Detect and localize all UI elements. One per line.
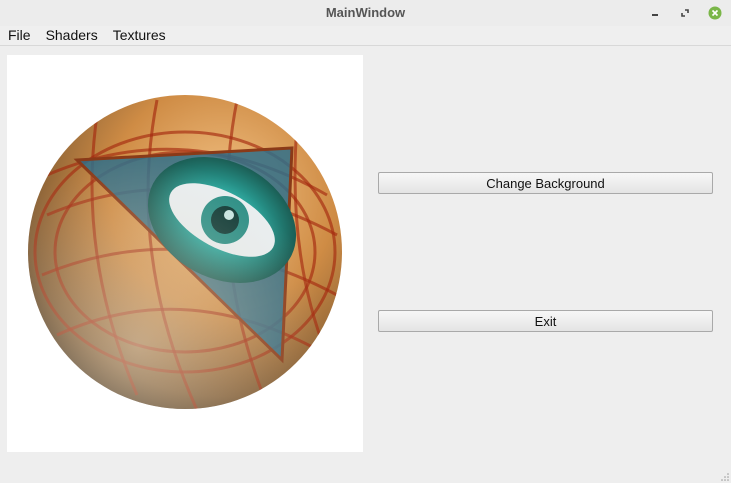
- restore-button[interactable]: [677, 5, 693, 21]
- menu-bar: File Shaders Textures: [0, 26, 731, 46]
- change-background-button[interactable]: Change Background: [378, 172, 713, 194]
- menu-file[interactable]: File: [0, 26, 38, 45]
- menu-textures[interactable]: Textures: [105, 26, 173, 45]
- close-button[interactable]: [707, 5, 723, 21]
- textured-sphere: [28, 95, 342, 409]
- gl-viewport[interactable]: [7, 55, 363, 452]
- exit-button[interactable]: Exit: [378, 310, 713, 332]
- title-bar: MainWindow: [0, 0, 731, 27]
- resize-grip-icon[interactable]: [721, 473, 729, 481]
- menu-shaders[interactable]: Shaders: [38, 26, 105, 45]
- restore-icon: [681, 9, 689, 17]
- close-icon: [708, 6, 722, 20]
- window-title: MainWindow: [325, 5, 406, 20]
- minimize-button[interactable]: [647, 5, 663, 21]
- minimize-icon: [652, 14, 658, 16]
